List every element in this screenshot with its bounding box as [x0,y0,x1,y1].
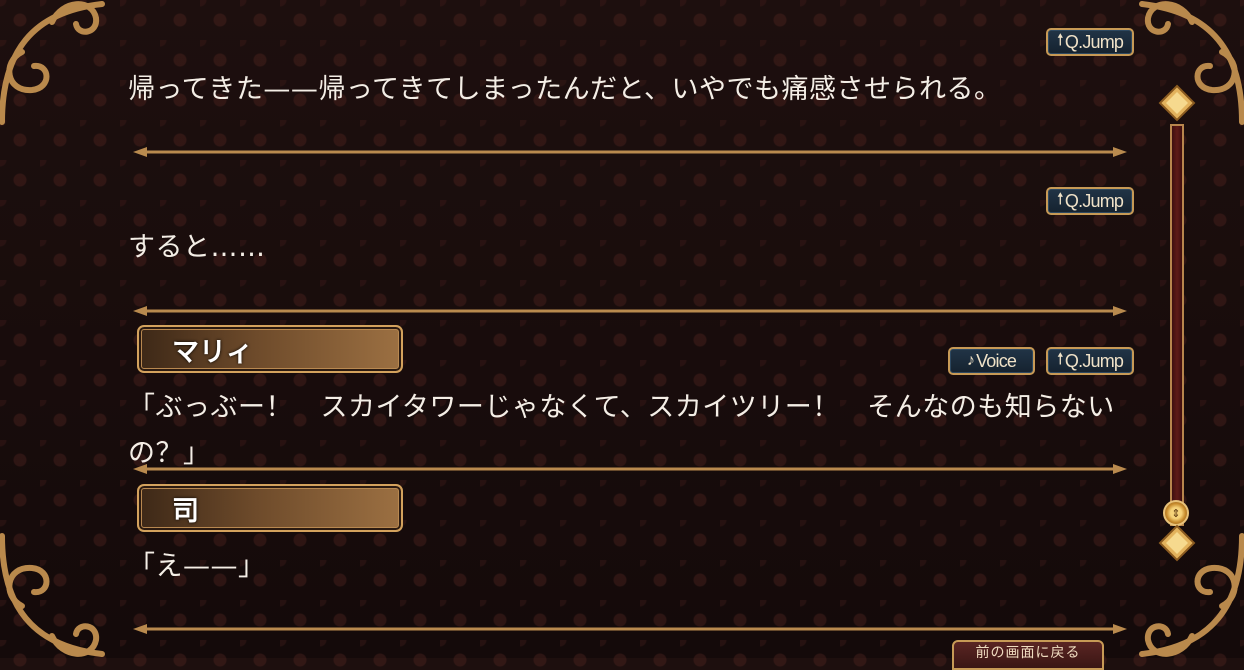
up-arrow-icon: 🠕 [1056,190,1064,208]
diamond-up-icon[interactable] [1158,84,1196,126]
speaker-name: マリィ [172,336,253,368]
log-scrollbar[interactable]: ⇕ [1158,84,1198,564]
quick-jump-button[interactable]: 🠕 Q.Jump [1046,28,1134,56]
log-message-text: 帰ってきた——帰ってきてしまったんだと、いやでも痛感させられる。 [128,74,1002,105]
log-message-text: 「え——」 [128,551,266,582]
corner-ornament-bottom-left [0,526,132,666]
speaker-nameplate: 司 [137,484,403,532]
log-message-text: すると…… [128,232,266,263]
entry-divider [133,462,1127,476]
entry-divider [133,304,1127,318]
speaker-nameplate: マリィ [137,325,403,373]
voice-replay-button[interactable]: ♪ Voice [948,347,1035,375]
diamond-down-icon[interactable] [1158,524,1196,566]
music-note-icon: ♪ [966,352,975,369]
entry-divider [133,145,1127,159]
entry-divider [133,622,1127,636]
quick-jump-button[interactable]: 🠕 Q.Jump [1046,187,1134,215]
speaker-name: 司 [172,495,199,527]
corner-ornament-top-left [0,0,132,132]
up-arrow-icon: 🠕 [1056,350,1064,368]
quick-jump-button[interactable]: 🠕 Q.Jump [1046,347,1134,375]
up-arrow-icon: 🠕 [1056,31,1064,49]
scrollbar-track[interactable] [1170,124,1184,526]
back-to-previous-screen-button[interactable]: 前の画面に戻る [952,640,1104,670]
double-arrow-icon[interactable]: ⇕ [1163,500,1189,526]
